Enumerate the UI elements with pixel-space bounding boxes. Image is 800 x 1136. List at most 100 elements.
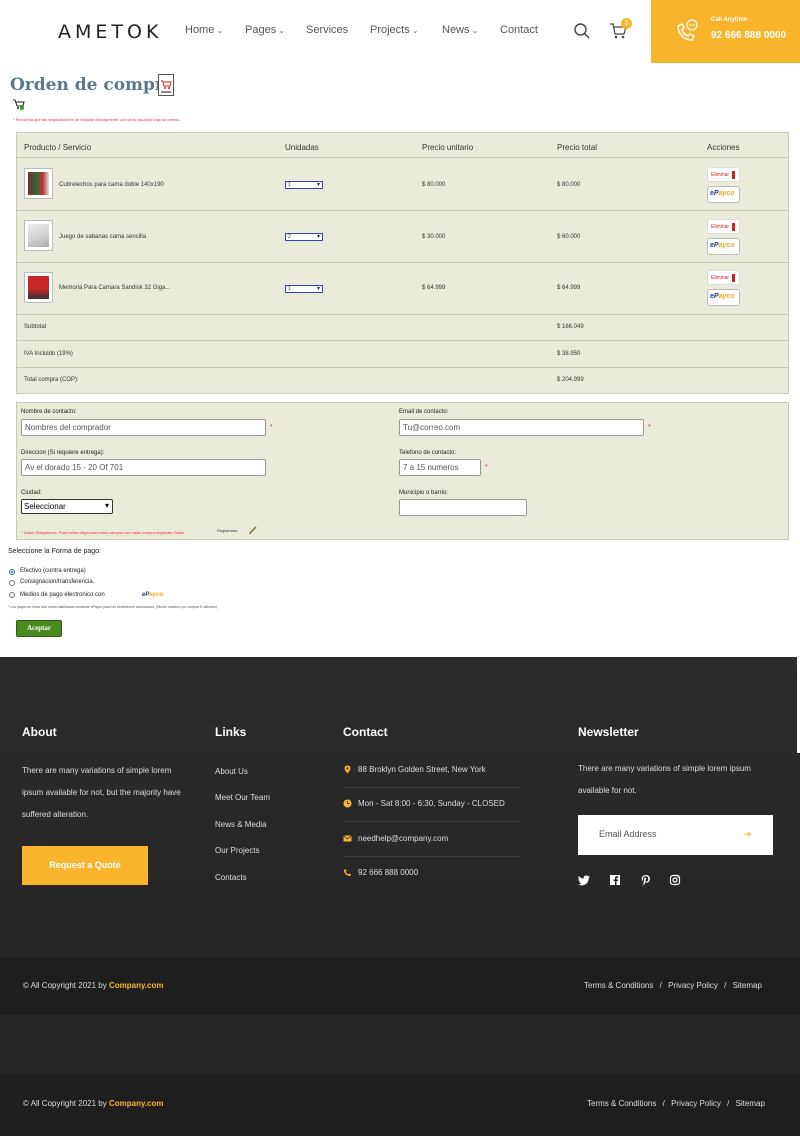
payment-title: Seleccione la Forma de pago:: [8, 548, 101, 555]
payment-option-label[interactable]: Medios de pago electronico con: [20, 592, 105, 598]
city-select[interactable]: Seleccionar ▾: [21, 499, 113, 514]
nav-pages[interactable]: Pages ⌄: [245, 24, 285, 36]
legal-links: Terms & Conditions / Privacy Policy / Si…: [587, 1099, 765, 1108]
cart-table: [16, 132, 789, 394]
payment-radio-transfer[interactable]: [9, 580, 15, 586]
product-name[interactable]: Juego de sabanas cama sencilla: [59, 234, 146, 240]
phone-input[interactable]: 7 a 15 numeros: [399, 459, 481, 476]
pinterest-icon[interactable]: [640, 874, 652, 886]
trash-icon: [732, 171, 735, 179]
required-mark: *: [485, 464, 488, 471]
divider: [343, 821, 520, 822]
epayco-brand-part1: eP: [710, 242, 719, 249]
contact-hours: Mon - Sat 8:00 - 6:30, Sunday - CLOSED: [358, 799, 505, 808]
footer-link-about[interactable]: About Us: [215, 767, 248, 776]
terms-link[interactable]: Terms & Conditions: [584, 981, 653, 990]
product-thumbnail[interactable]: [24, 220, 53, 251]
privacy-link[interactable]: Privacy Policy: [668, 981, 718, 990]
subtotal-label: Subtotal: [24, 324, 47, 330]
footer-link-team[interactable]: Meet Our Team: [215, 793, 270, 802]
quantity-value: 1: [288, 286, 291, 292]
footer-link-news[interactable]: News & Media: [215, 820, 267, 829]
email-input[interactable]: Tu@correo.com: [399, 419, 644, 436]
unit-price: $ 64.999: [422, 285, 446, 291]
footer-link-projects[interactable]: Our Projects: [215, 846, 259, 855]
address-label: Direccion (Si requiere entrega):: [21, 450, 105, 456]
order-document-icon[interactable]: [158, 74, 174, 96]
contact-address: 88 Broklyn Golden Street, New York: [358, 765, 486, 774]
epayco-brand-part2: ayco: [718, 190, 735, 197]
product-thumbnail[interactable]: [24, 168, 53, 199]
pencil-icon[interactable]: [249, 526, 257, 534]
copyright-brand-link[interactable]: Company.com: [109, 981, 164, 990]
request-quote-button[interactable]: Request a Quote: [22, 846, 148, 885]
chevron-down-icon: ⌄: [216, 26, 224, 35]
nav-contact-label: Contact: [500, 24, 538, 36]
nav-services[interactable]: Services: [306, 24, 348, 36]
product-name[interactable]: Memoria Para Camara Sandisk 32 Giga...: [59, 285, 170, 291]
chevron-down-icon: ⌄: [278, 26, 285, 35]
epayco-button[interactable]: ePayco: [707, 289, 740, 306]
contact-phone[interactable]: 92 666 888 0000: [358, 868, 418, 877]
chevron-down-icon: ▾: [316, 182, 320, 188]
footer-link-contacts[interactable]: Contacts: [215, 873, 247, 882]
nav-home-label: Home: [185, 24, 215, 36]
divider: [16, 314, 789, 315]
sitemap-link[interactable]: Sitemap: [733, 981, 762, 990]
tax-value: $ 38.950: [557, 351, 581, 357]
epayco-button[interactable]: ePayco: [707, 238, 740, 255]
chevron-down-icon: ▾: [104, 501, 109, 510]
arrow-right-icon[interactable]: ➔: [744, 829, 752, 840]
twitter-icon[interactable]: [578, 874, 590, 886]
epayco-brand-part2: ayco: [718, 242, 735, 249]
required-fields-note: * Datos Obligatorios. Para evitar dilige…: [21, 530, 186, 535]
total-value: $ 204.999: [557, 377, 584, 383]
epayco-brand-part1: eP: [710, 293, 719, 300]
epayco-logo: ePayco: [142, 592, 163, 598]
copyright-text: © All Copyright 2021 by Company.com: [23, 981, 163, 990]
register-link[interactable]: Registrarse: [217, 528, 237, 533]
delete-button[interactable]: Eliminar: [707, 270, 740, 285]
product-name[interactable]: Cubrelechos para cama doble 140x190: [59, 182, 164, 188]
payment-option-label[interactable]: Consignacion/transferencia.: [20, 579, 94, 585]
page: AMETOK Home ⌄ Pages ⌄ Services Projects ⌄ N…: [0, 0, 800, 1136]
subtotal-value: $ 166.049: [557, 324, 584, 330]
accept-button[interactable]: Aceptar: [16, 620, 62, 637]
quantity-select[interactable]: 1 ▾: [285, 285, 323, 293]
quantity-select[interactable]: 2 ▾: [285, 233, 323, 241]
footer-band: [0, 1015, 800, 1074]
divider: [343, 787, 520, 788]
clock-icon: [343, 799, 352, 808]
unit-price: $ 80.000: [422, 182, 446, 188]
address-input[interactable]: Av el dorado 15 - 20 Of 701: [21, 459, 266, 476]
payment-radio-electronic[interactable]: [9, 592, 15, 598]
contact-name-input[interactable]: Nombres del comprador: [21, 419, 266, 436]
district-input[interactable]: [399, 499, 527, 516]
terms-link[interactable]: Terms & Conditions: [587, 1099, 656, 1108]
nav-home[interactable]: Home ⌄: [185, 24, 223, 36]
facebook-icon[interactable]: [609, 874, 621, 886]
sitemap-link[interactable]: Sitemap: [736, 1099, 765, 1108]
nav-news[interactable]: News ⌄: [442, 24, 478, 36]
epayco-button[interactable]: ePayco: [707, 186, 740, 203]
copyright-prefix: © All Copyright 2021 by: [23, 981, 109, 990]
instagram-icon[interactable]: [669, 874, 681, 886]
nav-contact[interactable]: Contact: [500, 24, 538, 36]
quantity-select[interactable]: 1 ▾: [285, 181, 323, 189]
search-icon[interactable]: [573, 22, 591, 40]
negotiation-note: * Recuerda que las negociaciones se real…: [13, 117, 181, 122]
call-number[interactable]: 92 666 888 0000: [711, 30, 786, 41]
site-logo[interactable]: AMETOK: [58, 21, 162, 43]
trash-icon: [732, 223, 735, 231]
nav-projects[interactable]: Projects ⌄: [370, 24, 418, 36]
contact-email[interactable]: needhelp@company.com: [358, 834, 448, 843]
copyright-brand-link[interactable]: Company.com: [109, 1099, 164, 1108]
payment-radio-cash[interactable]: [9, 569, 15, 575]
delete-button[interactable]: Eliminar: [707, 167, 740, 182]
city-select-value: Seleccionar: [24, 502, 66, 511]
product-thumbnail[interactable]: [24, 272, 53, 303]
payment-option-label[interactable]: Efectivo (contra entrega): [20, 568, 86, 574]
delete-button[interactable]: Eliminar: [707, 219, 740, 234]
privacy-link[interactable]: Privacy Policy: [671, 1099, 721, 1108]
envelope-icon: [343, 835, 352, 842]
